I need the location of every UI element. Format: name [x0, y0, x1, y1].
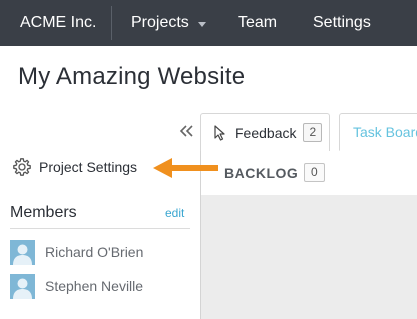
nav-settings-label: Settings	[313, 14, 371, 31]
collapse-sidebar-button[interactable]	[176, 122, 196, 142]
tab-task-board-label: Task Board	[353, 124, 417, 140]
members-divider	[10, 228, 190, 229]
nav-projects-menu[interactable]: Projects	[131, 0, 206, 46]
orange-arrow-annotation	[153, 158, 218, 178]
brand-logo[interactable]: ACME Inc.	[20, 0, 96, 46]
tab-feedback-label: Feedback	[235, 124, 297, 141]
tab-task-board[interactable]: Task Board	[339, 113, 417, 151]
member-name: Richard O'Brien	[45, 244, 144, 260]
member-name: Stephen Neville	[45, 278, 144, 294]
backlog-label: BACKLOG	[224, 165, 299, 181]
caret-down-icon	[197, 21, 206, 27]
top-navbar: ACME Inc. Projects Team Settings	[0, 0, 417, 46]
board-area	[200, 195, 417, 319]
nav-team-link[interactable]: Team	[238, 0, 277, 46]
member-item[interactable]: Richard O'Brien	[10, 239, 143, 265]
nav-team-label: Team	[238, 14, 278, 31]
members-heading: Members	[10, 204, 77, 221]
backlog-count-badge: 0	[304, 163, 325, 182]
avatar-placeholder-icon	[10, 273, 35, 299]
page-title: My Amazing Website	[18, 63, 246, 90]
project-settings-link[interactable]: Project Settings	[12, 156, 137, 178]
nav-divider	[111, 6, 112, 40]
tab-feedback-count: 2	[303, 123, 323, 142]
brand-label: ACME Inc.	[20, 14, 97, 31]
double-chevron-left-icon	[179, 125, 193, 137]
tab-feedback[interactable]: Feedback 2	[200, 113, 330, 151]
edit-members-link[interactable]: edit	[165, 206, 184, 220]
cursor-pointer-icon	[214, 124, 225, 141]
nav-settings-link[interactable]: Settings	[313, 0, 371, 46]
gear-icon	[13, 158, 31, 176]
member-item[interactable]: Stephen Neville	[10, 273, 143, 299]
project-settings-label: Project Settings	[39, 159, 138, 175]
avatar-placeholder-icon	[10, 239, 35, 265]
nav-projects-label: Projects	[131, 14, 189, 31]
